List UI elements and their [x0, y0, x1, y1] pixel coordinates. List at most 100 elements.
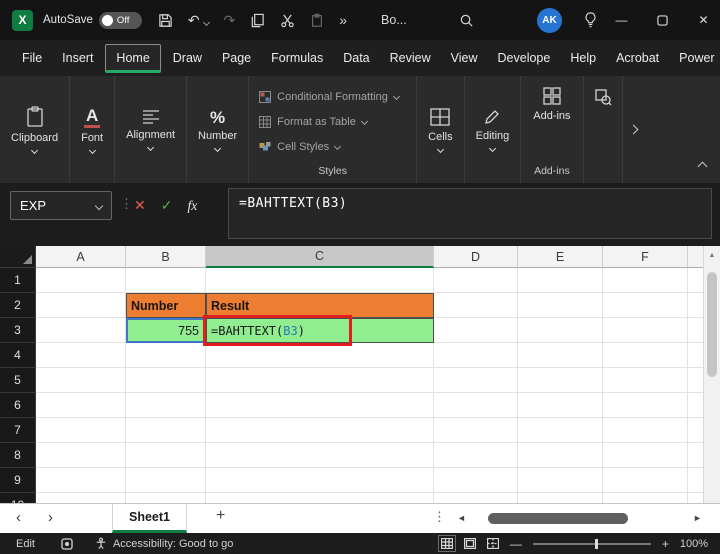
formula-input[interactable]: =BAHTTEXT(B3) — [228, 188, 712, 239]
horizontal-scroll-thumb[interactable] — [488, 513, 628, 524]
ribbon-tab-developer[interactable]: Develope — [488, 45, 561, 72]
alignment-group-button[interactable]: Alignment — [115, 76, 187, 183]
cells-group-button[interactable]: Cells — [417, 76, 464, 183]
cells-icon — [429, 107, 451, 127]
addins-icon[interactable] — [542, 86, 562, 106]
excel-window: X AutoSave Off ↶ ↷ » Bo... — [0, 0, 720, 554]
tab-options-icon[interactable]: ⋮ — [433, 509, 446, 525]
cell-b2[interactable]: Number — [126, 293, 206, 318]
addins-label[interactable]: Add-ins — [533, 110, 570, 122]
save-icon[interactable] — [158, 13, 173, 28]
lightbulb-icon[interactable] — [584, 12, 597, 28]
zoom-out-icon[interactable]: — — [510, 537, 522, 551]
account-avatar[interactable]: AK — [537, 8, 562, 33]
editing-group-button[interactable]: Editing — [465, 76, 522, 183]
row-header-3[interactable]: 3 — [0, 318, 36, 343]
number-group-button[interactable]: % Number — [187, 76, 249, 183]
hscroll-left-icon[interactable]: ◄ — [457, 513, 466, 523]
cell-styles-button[interactable]: Cell Styles — [259, 134, 406, 159]
cells-area[interactable]: Number Result 755 =BAHTTEXT(B3) — [36, 268, 703, 503]
row-header-7[interactable]: 7 — [0, 418, 36, 443]
ribbon-tab-insert[interactable]: Insert — [52, 45, 103, 72]
mode-indicator: Edit — [16, 538, 35, 550]
more-commands-icon[interactable]: » — [339, 13, 347, 27]
ribbon-tab-view[interactable]: View — [441, 45, 488, 72]
chevron-down-icon — [489, 145, 496, 152]
analyze-data-button[interactable] — [584, 76, 622, 183]
row-header-9[interactable]: 9 — [0, 468, 36, 493]
ribbon-tab-help[interactable]: Help — [560, 45, 606, 72]
column-header-d[interactable]: D — [434, 246, 518, 268]
minimize-button[interactable]: — — [605, 0, 638, 40]
chevron-down-icon — [31, 147, 38, 154]
column-header-c[interactable]: C — [206, 246, 434, 268]
page-break-view-icon[interactable] — [487, 538, 499, 549]
normal-view-icon[interactable] — [441, 538, 453, 549]
cell-b3[interactable]: 755 — [126, 318, 206, 343]
chevron-down-icon — [89, 146, 96, 153]
format-as-table-button[interactable]: Format as Table — [259, 109, 406, 134]
row-header-8[interactable]: 8 — [0, 443, 36, 468]
column-header-a[interactable]: A — [36, 246, 126, 268]
page-layout-view-icon[interactable] — [464, 538, 476, 549]
undo-icon[interactable]: ↶ — [188, 13, 209, 27]
close-button[interactable]: ✕ — [687, 0, 720, 40]
sheet-nav-prev-icon[interactable]: ‹ — [16, 508, 21, 528]
copy-icon[interactable] — [250, 13, 265, 28]
cut-icon[interactable] — [280, 13, 295, 28]
zoom-in-icon[interactable]: + — [662, 537, 669, 551]
insert-function-icon[interactable]: fx — [187, 198, 197, 214]
column-header-b[interactable]: B — [126, 246, 206, 268]
row-header-5[interactable]: 5 — [0, 368, 36, 393]
enter-icon[interactable]: ✓ — [161, 197, 173, 214]
ribbon-tab-draw[interactable]: Draw — [163, 45, 212, 72]
ribbon-tab-data[interactable]: Data — [333, 45, 379, 72]
vertical-scroll-thumb[interactable] — [707, 272, 717, 377]
macro-record-icon[interactable] — [61, 538, 73, 550]
hscroll-right-icon[interactable]: ► — [693, 513, 702, 523]
accessibility-status[interactable]: Accessibility: Good to go — [95, 537, 233, 550]
zoom-slider-thumb[interactable] — [595, 539, 598, 549]
paste-icon[interactable] — [310, 13, 324, 28]
row-header-10[interactable]: 10 — [0, 493, 36, 503]
clipboard-label: Clipboard — [11, 132, 58, 144]
conditional-formatting-button[interactable]: Conditional Formatting — [259, 84, 406, 109]
ribbon-scroll-right[interactable] — [622, 76, 645, 183]
autosave-toggle[interactable]: Off — [99, 12, 142, 29]
row-header-2[interactable]: 2 — [0, 293, 36, 318]
statusbar-right: — + 100% — [441, 537, 708, 551]
ribbon-tab-power-pivot[interactable]: Power Piv — [669, 45, 720, 72]
vertical-scrollbar[interactable]: ▲ — [703, 246, 720, 503]
autosave-control[interactable]: AutoSave Off — [43, 12, 142, 29]
search-icon[interactable] — [459, 13, 474, 28]
autosave-label: AutoSave — [43, 14, 93, 26]
cancel-icon[interactable]: ✕ — [134, 197, 146, 214]
row-header-6[interactable]: 6 — [0, 393, 36, 418]
ribbon-tab-review[interactable]: Review — [380, 45, 441, 72]
zoom-level[interactable]: 100% — [680, 538, 708, 550]
font-group-button[interactable]: A Font — [70, 76, 115, 183]
add-sheet-icon[interactable]: + — [216, 507, 225, 525]
ribbon-tab-file[interactable]: File — [12, 45, 52, 72]
ribbon-tab-acrobat[interactable]: Acrobat — [606, 45, 669, 72]
column-header-e[interactable]: E — [518, 246, 603, 268]
scroll-up-icon[interactable]: ▲ — [704, 252, 720, 259]
row-header-4[interactable]: 4 — [0, 343, 36, 368]
name-box[interactable]: EXP — [10, 191, 112, 220]
sheet-nav-next-icon[interactable]: › — [48, 508, 53, 528]
select-all-button[interactable] — [0, 246, 36, 268]
clipboard-group-button[interactable]: Clipboard — [0, 76, 70, 183]
zoom-slider[interactable] — [533, 543, 651, 545]
ribbon-tab-home[interactable]: Home — [105, 44, 160, 73]
ribbon-tab-page-layout[interactable]: Page Layo — [212, 45, 261, 72]
collapse-ribbon-icon[interactable] — [699, 157, 706, 175]
sheet-tab-sheet1[interactable]: Sheet1 — [112, 504, 187, 533]
excel-logo-icon: X — [12, 10, 33, 31]
analyze-data-icon — [594, 88, 612, 106]
alignment-icon — [141, 109, 161, 125]
ribbon-tab-formulas[interactable]: Formulas — [261, 45, 333, 72]
row-header-1[interactable]: 1 — [0, 268, 36, 293]
column-header-f[interactable]: F — [603, 246, 688, 268]
maximize-button[interactable] — [646, 0, 679, 40]
redo-icon[interactable]: ↷ — [224, 13, 236, 27]
